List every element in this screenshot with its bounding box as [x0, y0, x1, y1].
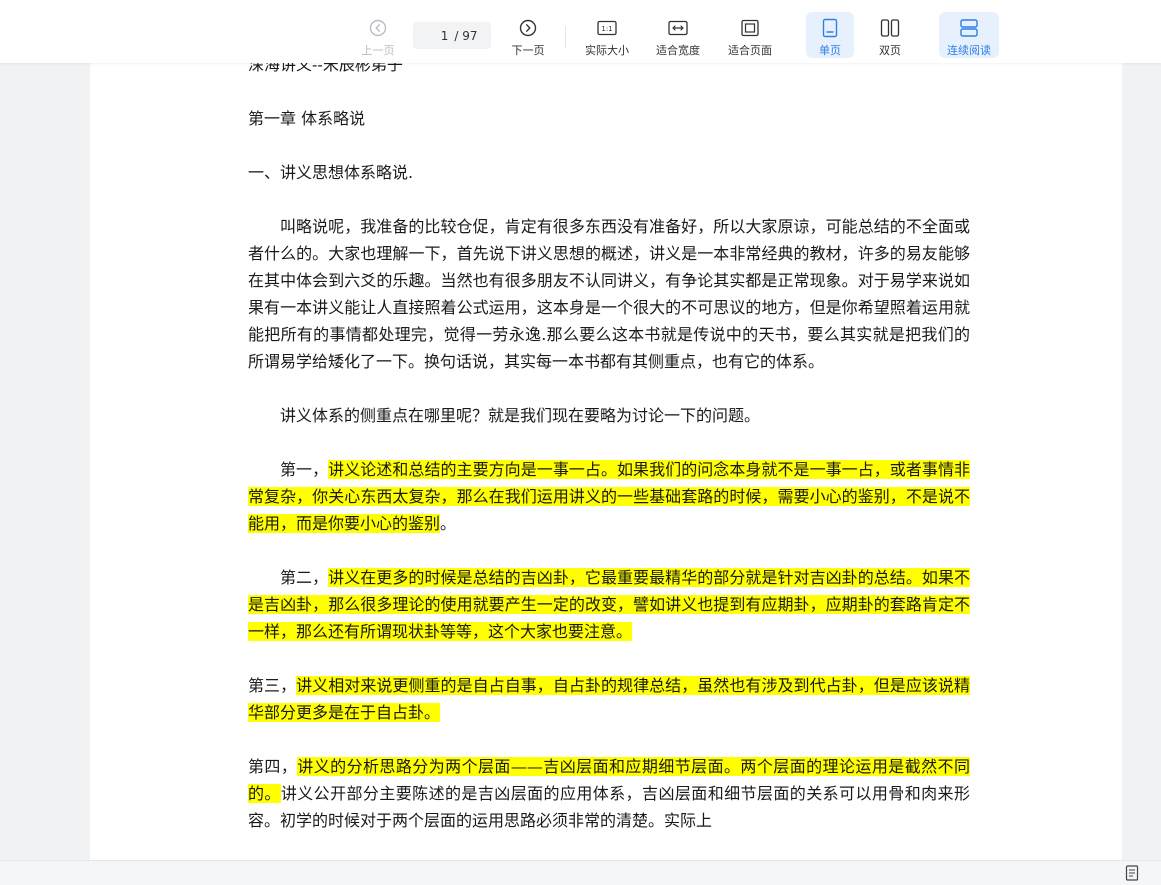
page-content: 深海讲义--宋辰彬弟子 第一章 体系略说 一、讲义思想体系略说. 叫略说呢，我准… [248, 52, 970, 834]
point-3: 第三，讲义相对来说更侧重的是自占自事，自占卦的规律总结，虽然也有涉及到代占卦，但… [248, 672, 970, 726]
point-1-tail: 。 [440, 514, 457, 533]
continuous-reading-label: 连续阅读 [947, 44, 991, 57]
single-page-icon [819, 17, 841, 39]
continuous-reading-button[interactable]: 连续阅读 [939, 12, 999, 58]
single-page-label: 单页 [819, 44, 841, 57]
double-page-label: 双页 [879, 44, 901, 57]
point-3-lead: 第三， [248, 676, 297, 695]
point-4-rest: 讲义公开部分主要陈述的是吉凶层面的应用体系，吉凶层面和细节层面的关系可以用骨和肉… [248, 784, 970, 830]
next-page-label: 下一页 [511, 44, 545, 57]
point-3-highlight: 讲义相对来说更侧重的是自占自事，自占卦的规律总结，虽然也有涉及到代占卦，但是应该… [248, 676, 970, 722]
document-icon[interactable] [1125, 865, 1139, 881]
point-2-highlight: 讲义在更多的时候是总结的吉凶卦，它最重要最精华的部分就是针对吉凶卦的总结。如果不… [248, 568, 970, 641]
point-1-lead: 第一， [280, 460, 329, 479]
fit-page-button[interactable]: 适合页面 [724, 12, 776, 58]
page-counter: / 97 [413, 22, 491, 49]
paragraph-1: 叫略说呢，我准备的比较仓促，肯定有很多东西没有准备好，所以大家原谅，可能总结的不… [248, 217, 970, 371]
point-2: 第二，讲义在更多的时候是总结的吉凶卦，它最重要最精华的部分就是针对吉凶卦的总结。… [248, 564, 970, 645]
prev-page-label: 上一页 [361, 44, 395, 57]
point-4: 第四，讲义的分析思路分为两个层面——吉凶层面和应期细节层面。两个层面的理论运用是… [248, 753, 970, 834]
actual-size-icon: 1:1 [596, 17, 618, 39]
continuous-reading-icon [958, 17, 980, 39]
prev-page-button[interactable]: 上一页 [357, 12, 399, 58]
double-page-button[interactable]: 双页 [866, 12, 914, 58]
point-2-lead: 第二， [280, 568, 329, 587]
double-page-icon [879, 17, 901, 39]
fit-width-icon [667, 17, 689, 39]
fit-page-icon [739, 17, 761, 39]
section-title: 一、讲义思想体系略说. [248, 163, 414, 182]
chevron-left-circle-icon [367, 17, 389, 39]
actual-size-button[interactable]: 1:1 实际大小 [581, 12, 633, 58]
viewer-toolbar: 上一页 / 97 下一页 1:1 实际大小 适合宽度 [0, 0, 1161, 63]
current-page-input[interactable] [426, 28, 449, 43]
point-1-highlight: 讲义论述和总结的主要方向是一事一占。如果我们的问念本身就不是一事一占，或者事情非… [248, 460, 970, 533]
pdf-viewer: 深海讲义--宋辰彬弟子 第一章 体系略说 一、讲义思想体系略说. 叫略说呢，我准… [0, 0, 1161, 885]
actual-size-label: 实际大小 [585, 44, 629, 57]
status-bar [0, 860, 1161, 885]
point-1: 第一，讲义论述和总结的主要方向是一事一占。如果我们的问念本身就不是一事一占，或者… [248, 456, 970, 537]
toolbar-divider [565, 26, 566, 48]
fit-page-label: 适合页面 [728, 44, 772, 57]
next-page-button[interactable]: 下一页 [507, 12, 549, 58]
svg-text:1:1: 1:1 [601, 25, 612, 33]
fit-width-button[interactable]: 适合宽度 [652, 12, 704, 58]
point-4-lead: 第四， [248, 757, 298, 776]
chapter-title: 第一章 体系略说 [248, 109, 366, 128]
single-page-button[interactable]: 单页 [806, 12, 854, 58]
total-pages: / 97 [454, 28, 478, 43]
fit-width-label: 适合宽度 [656, 44, 700, 57]
chevron-right-circle-icon [517, 17, 539, 39]
paragraph-2: 讲义体系的侧重点在哪里呢？就是我们现在要略为讨论一下的问题。 [280, 406, 761, 425]
document-page: 深海讲义--宋辰彬弟子 第一章 体系略说 一、讲义思想体系略说. 叫略说呢，我准… [90, 0, 1122, 860]
